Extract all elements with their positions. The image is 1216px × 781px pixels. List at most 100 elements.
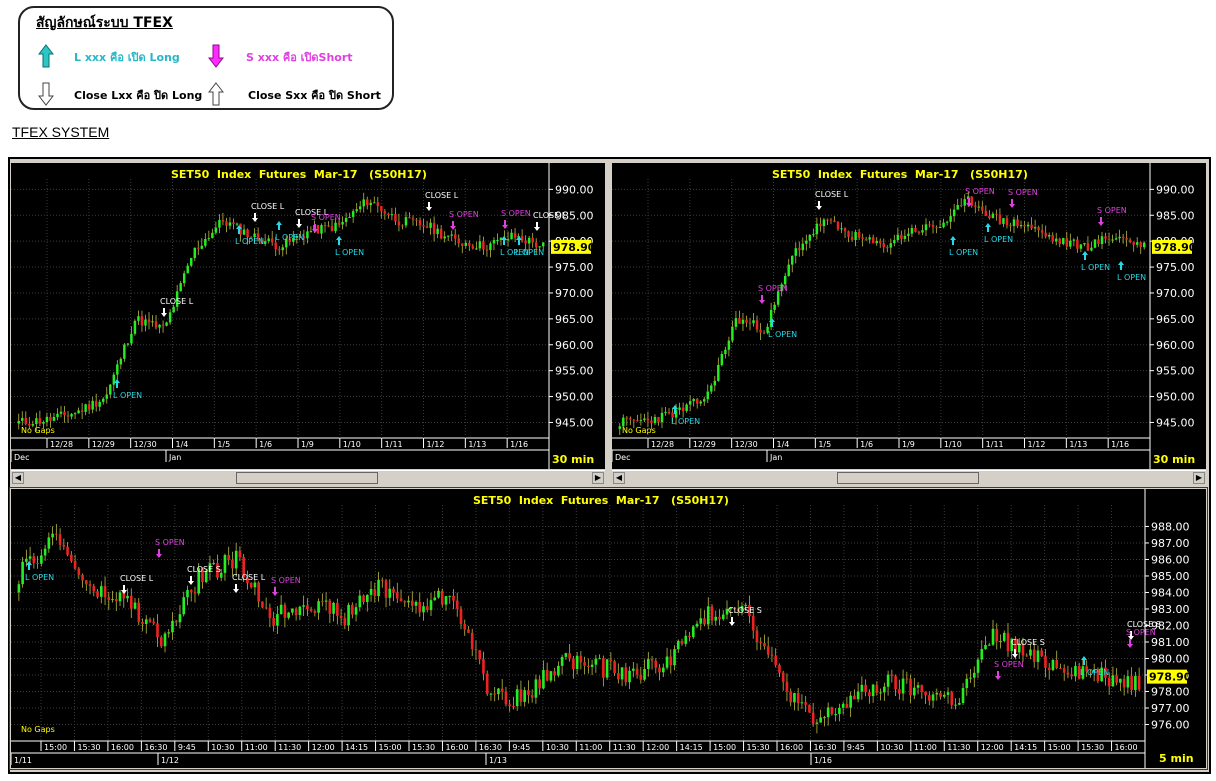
candle bbox=[38, 418, 42, 424]
time-tick-label: 1/9 bbox=[902, 440, 915, 449]
candle bbox=[401, 225, 404, 227]
candle bbox=[204, 238, 207, 246]
time-tick-label: 9:45 bbox=[178, 743, 196, 752]
candle bbox=[1135, 242, 1139, 245]
candle bbox=[107, 597, 111, 601]
candle bbox=[123, 344, 126, 359]
signal-label: S OPEN bbox=[1097, 206, 1127, 215]
price-tick-label: 981.00 bbox=[1151, 636, 1190, 649]
candle bbox=[489, 243, 492, 251]
candle bbox=[519, 689, 523, 702]
time-tick-label: 15:00 bbox=[44, 743, 67, 752]
candle bbox=[58, 534, 62, 545]
candle bbox=[785, 681, 789, 692]
candle bbox=[81, 574, 84, 581]
section-title: TFEX SYSTEM bbox=[12, 124, 110, 140]
scroll-left-button[interactable]: ◀ bbox=[613, 472, 625, 484]
candle bbox=[111, 599, 114, 601]
candle bbox=[376, 202, 380, 206]
candle bbox=[1083, 243, 1086, 245]
candle bbox=[894, 676, 897, 690]
candle bbox=[332, 602, 335, 614]
candle bbox=[390, 214, 394, 216]
candle bbox=[225, 221, 228, 226]
candle bbox=[1119, 678, 1122, 683]
candle bbox=[1044, 232, 1047, 237]
candle bbox=[545, 670, 549, 681]
candle bbox=[422, 606, 425, 613]
signal-arrow-down-icon bbox=[296, 219, 302, 228]
candle bbox=[748, 322, 752, 324]
chart-panel-30min-left[interactable]: SET50 Index Futures Mar-17 (S50H17) 30 m… bbox=[11, 163, 605, 469]
candle bbox=[893, 240, 896, 244]
candle bbox=[455, 600, 459, 609]
candle bbox=[834, 714, 837, 716]
candle bbox=[43, 548, 47, 556]
candle bbox=[399, 598, 403, 602]
candle bbox=[317, 601, 320, 613]
chart-panel-30min-right[interactable]: SET50 Index Futures Mar-17 (S50H17) 30 m… bbox=[612, 163, 1206, 469]
candle bbox=[366, 594, 369, 603]
candle bbox=[718, 616, 721, 620]
candle bbox=[140, 316, 144, 326]
signal-arrow-up-icon bbox=[1081, 656, 1087, 665]
candle bbox=[635, 668, 639, 675]
candle bbox=[833, 220, 836, 223]
period-tick-label: Jan bbox=[769, 453, 782, 462]
scroll-right-button[interactable]: ▶ bbox=[592, 472, 604, 484]
candle bbox=[234, 550, 238, 569]
candle bbox=[415, 219, 418, 221]
candle bbox=[903, 235, 907, 239]
signal-arrow-down-icon bbox=[252, 213, 258, 222]
scroll-right-button[interactable]: ▶ bbox=[1193, 472, 1205, 484]
price-tick-label: 980.00 bbox=[1151, 652, 1190, 665]
candle bbox=[96, 591, 99, 597]
candle bbox=[17, 584, 21, 593]
candle bbox=[587, 665, 590, 667]
candle bbox=[1107, 677, 1111, 687]
candle bbox=[1002, 632, 1006, 641]
candle bbox=[583, 662, 586, 666]
price-tick-label: 960.00 bbox=[555, 339, 594, 352]
scroll-left-button[interactable]: ◀ bbox=[12, 472, 24, 484]
candle bbox=[819, 223, 822, 227]
scroll-thumb[interactable] bbox=[837, 472, 979, 484]
signal-label: L OPEN bbox=[768, 330, 797, 339]
signal-label: L OPEN bbox=[949, 248, 978, 257]
candle bbox=[1036, 650, 1040, 662]
time-tick-label: 15:30 bbox=[77, 743, 100, 752]
candle bbox=[534, 679, 538, 698]
candle bbox=[178, 614, 182, 623]
candle bbox=[369, 589, 373, 595]
candle bbox=[538, 679, 541, 689]
candle bbox=[246, 229, 249, 238]
candle bbox=[167, 632, 171, 634]
candle bbox=[763, 643, 766, 647]
candle bbox=[98, 401, 101, 407]
candle bbox=[650, 420, 653, 424]
candle bbox=[845, 704, 849, 708]
candle bbox=[650, 659, 654, 661]
candle bbox=[148, 619, 152, 622]
candle bbox=[109, 384, 112, 395]
signal-arrow-up-icon bbox=[26, 561, 32, 570]
candle bbox=[88, 584, 92, 587]
candle bbox=[868, 692, 871, 697]
candle bbox=[791, 255, 794, 265]
candle bbox=[826, 707, 830, 718]
candle bbox=[354, 607, 358, 615]
candle bbox=[949, 216, 952, 222]
candle bbox=[830, 707, 834, 715]
arrow-up-cyan-icon bbox=[38, 44, 54, 68]
candle bbox=[452, 595, 455, 601]
signal-label: L OPEN bbox=[1080, 668, 1109, 677]
candle bbox=[112, 374, 116, 385]
chart-panel-5min[interactable]: SET50 Index Futures Mar-17 (S50H17) 5 mi… bbox=[11, 489, 1206, 768]
candle bbox=[47, 537, 51, 549]
horizontal-scrollbar-left[interactable]: ◀ ▶ bbox=[11, 470, 605, 485]
horizontal-scrollbar-right[interactable]: ◀ ▶ bbox=[612, 470, 1206, 485]
candle bbox=[815, 722, 819, 724]
time-tick-label: 1/16 bbox=[1111, 440, 1129, 449]
scroll-thumb[interactable] bbox=[236, 472, 378, 484]
candle bbox=[272, 617, 275, 626]
